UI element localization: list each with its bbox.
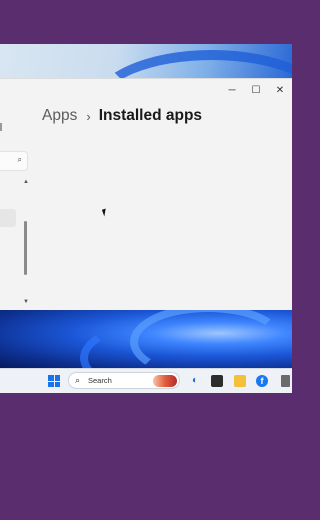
- taskbar-search-label: Search: [88, 376, 112, 385]
- sidebar-edge-marker: [0, 123, 2, 131]
- window-controls: ─ ☐ ✕: [220, 83, 292, 97]
- desktop-wallpaper-top: [0, 44, 292, 80]
- chevron-right-icon: ›: [86, 108, 91, 124]
- search-highlight-icon: [153, 375, 177, 387]
- scroll-thumb[interactable]: [24, 221, 27, 275]
- scroll-down-icon[interactable]: ▼: [22, 299, 30, 305]
- desktop-wallpaper-bottom: [0, 310, 292, 368]
- search-icon: ⌕: [75, 375, 81, 385]
- wallpaper-swirl: [92, 50, 292, 80]
- scroll-up-icon[interactable]: ▲: [22, 179, 30, 185]
- task-view-icon[interactable]: [211, 375, 223, 387]
- page-title: Installed apps: [98, 107, 203, 124]
- sidebar-scrollbar[interactable]: ▲ ▼: [22, 179, 30, 305]
- sidebar-item-selected[interactable]: [0, 209, 16, 227]
- breadcrumb: Apps › Installed apps: [42, 107, 202, 125]
- search-icon: ⌕: [17, 155, 22, 164]
- facebook-icon[interactable]: f: [256, 375, 268, 387]
- wallpaper-petal: [130, 310, 286, 368]
- maximize-button[interactable]: ☐: [244, 83, 268, 97]
- mouse-pointer-icon: [101, 208, 109, 217]
- settings-window: ─ ☐ ✕ Apps › Installed apps ⌕ ▲ ▼: [0, 78, 292, 311]
- settings-search-input[interactable]: ⌕: [0, 151, 28, 171]
- file-explorer-icon[interactable]: [234, 375, 246, 387]
- minimize-button[interactable]: ─: [220, 83, 244, 97]
- breadcrumb-apps-link[interactable]: Apps: [42, 107, 77, 125]
- start-icon[interactable]: [48, 375, 60, 387]
- taskbar-search-box[interactable]: ⌕ Search: [68, 372, 180, 389]
- copilot-icon[interactable]: ◐: [189, 375, 201, 387]
- close-button[interactable]: ✕: [268, 83, 292, 97]
- taskbar: ⌕ Search ◐ f: [0, 368, 292, 393]
- store-icon[interactable]: [281, 375, 290, 387]
